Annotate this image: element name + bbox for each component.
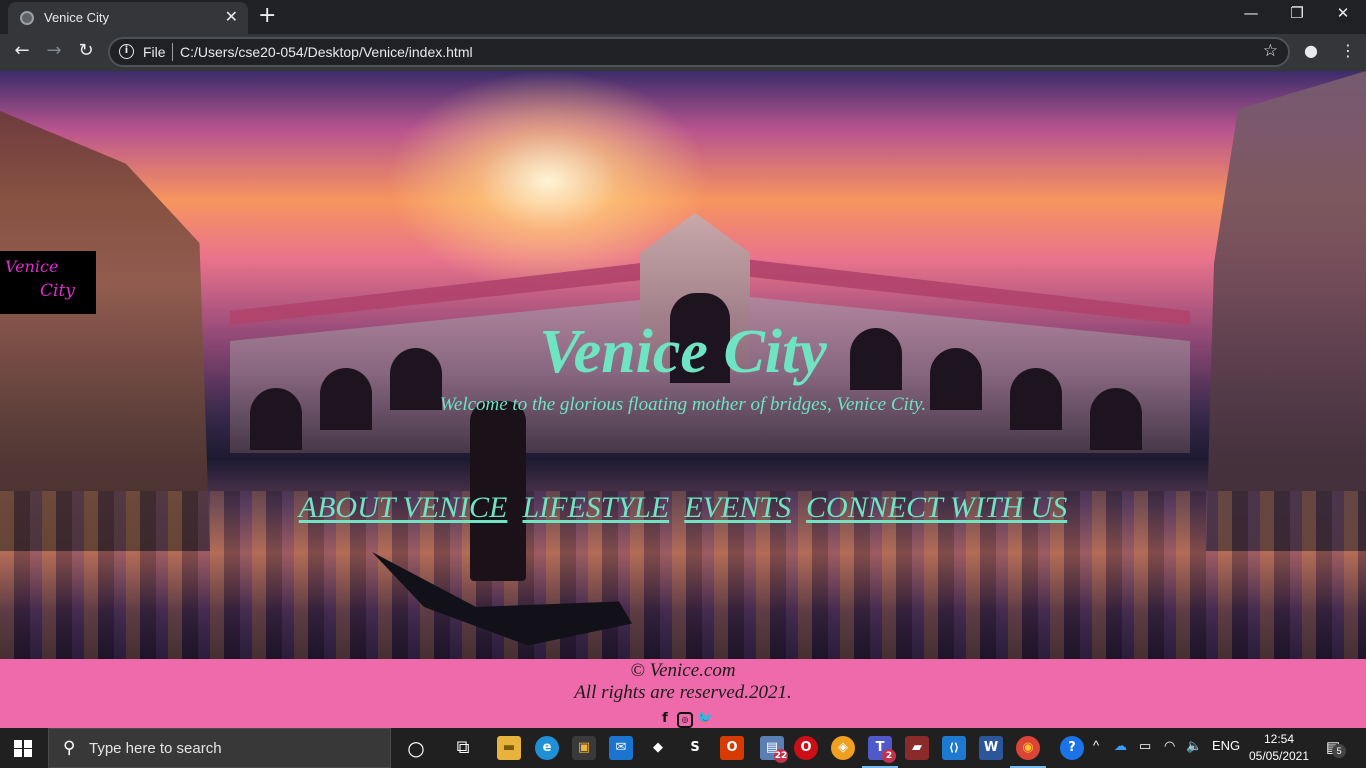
edge-icon[interactable]: e (535, 736, 559, 760)
minimize-button[interactable]: — (1228, 4, 1274, 22)
omnibox-divider (172, 43, 173, 61)
brave-icon[interactable]: ◈ (831, 736, 855, 760)
taskbar-search-input[interactable]: ⚲ Type here to search (48, 728, 391, 768)
nav-link-connect-with-us[interactable]: CONNECT WITH US (806, 491, 1067, 525)
mail-icon[interactable]: ✉ (609, 736, 633, 760)
url-text[interactable]: C:/Users/cse20-054/Desktop/Venice/index.… (180, 44, 473, 60)
address-bar[interactable]: i File C:/Users/cse20-054/Desktop/Venice… (108, 37, 1290, 67)
calendar-badge: 22 (774, 749, 788, 763)
racing-app-icon[interactable]: ▰ (905, 736, 929, 760)
right-building-image (1206, 71, 1366, 551)
search-placeholder: Type here to search (89, 740, 222, 757)
help-icon[interactable]: ? (1060, 736, 1084, 760)
windows-start-icon[interactable] (14, 740, 32, 757)
bookmark-star-icon[interactable]: ☆ (1263, 41, 1278, 61)
store-icon[interactable]: ▣ (572, 736, 596, 760)
nav-link-events[interactable]: EVENTS (684, 491, 791, 525)
chrome-icon[interactable]: ◉ (1010, 736, 1046, 768)
cortana-icon[interactable]: ○ (404, 736, 428, 760)
battery-icon[interactable]: ▭ (1139, 738, 1151, 754)
file-explorer-icon[interactable]: ▬ (497, 736, 521, 760)
tab-title: Venice City (44, 10, 110, 25)
menu-icon[interactable]: ⋮ (1340, 41, 1356, 60)
notifications-icon[interactable]: ▤5 (1326, 738, 1347, 758)
globe-icon (20, 11, 34, 25)
page-viewport: Venice City Venice City Welcome to the g… (0, 71, 1366, 728)
forward-button[interactable]: → (42, 40, 66, 61)
calendar-icon[interactable]: ▤ 22 (760, 736, 788, 763)
browser-toolbar: ← → ↻ i File C:/Users/cse20-054/Desktop/… (0, 34, 1366, 71)
volume-icon[interactable]: 🔈 (1186, 738, 1202, 754)
facebook-icon[interactable]: f (657, 711, 673, 727)
onedrive-icon[interactable]: ☁ (1114, 738, 1127, 754)
twitter-icon[interactable]: 🐦 (697, 711, 713, 727)
profile-icon[interactable]: ● (1304, 41, 1318, 60)
instagram-icon[interactable]: ◎ (677, 712, 693, 728)
vscode-icon[interactable]: ⟨⟩ (942, 736, 966, 760)
nav-link-about-venice[interactable]: ABOUT VENICE (299, 491, 508, 525)
site-info-icon[interactable]: i (119, 44, 134, 59)
search-icon: ⚲ (63, 738, 76, 758)
dropbox-icon[interactable]: ◆ (646, 736, 670, 760)
page-title: Venice City (539, 318, 827, 386)
nav-link-lifestyle[interactable]: LIFESTYLE (522, 491, 669, 525)
page-footer: © Venice.com All rights are reserved.202… (0, 659, 1366, 728)
wifi-icon[interactable]: ◠ (1164, 738, 1175, 754)
word-icon[interactable]: W (979, 736, 1003, 760)
footer-rights: All rights are reserved.2021. (574, 682, 792, 703)
windows-taskbar: ⚲ Type here to search ○ ⧉ ▬ e ▣ ✉ ◆ S O … (0, 728, 1366, 768)
back-button[interactable]: ← (10, 40, 34, 61)
notifications-badge: 5 (1332, 744, 1347, 758)
tray-chevron-icon[interactable]: ^ (1093, 738, 1099, 753)
app-s-icon[interactable]: S (683, 736, 707, 760)
teams-badge: 2 (882, 749, 896, 763)
system-clock[interactable]: 12:54 05/05/2021 (1244, 731, 1314, 765)
tab-close-icon[interactable]: ✕ (225, 7, 238, 26)
social-links: f ◎ 🐦 (657, 707, 717, 728)
office-icon[interactable]: O (720, 736, 744, 760)
browser-titlebar: Venice City ✕ + — ❐ ✕ (0, 0, 1366, 34)
language-indicator[interactable]: ENG (1212, 738, 1240, 753)
main-nav: ABOUT VENICE LIFESTYLE EVENTS CONNECT WI… (0, 491, 1366, 525)
logo-text-line1: Venice (5, 257, 59, 276)
scheme-label: File (143, 44, 166, 60)
teams-icon[interactable]: T2 (862, 736, 898, 768)
browser-tab[interactable]: Venice City ✕ (8, 2, 248, 34)
opera-icon[interactable]: O (794, 736, 818, 760)
restore-button[interactable]: ❐ (1274, 4, 1320, 22)
clock-date: 05/05/2021 (1248, 749, 1310, 763)
task-view-icon[interactable]: ⧉ (451, 736, 475, 760)
page-subtitle: Welcome to the glorious floating mother … (439, 394, 927, 415)
close-window-button[interactable]: ✕ (1320, 4, 1366, 22)
reload-button[interactable]: ↻ (74, 40, 98, 61)
logo-text-line2: City (40, 281, 75, 301)
footer-copyright: © Venice.com (630, 660, 736, 681)
hero-background: Venice City Venice City Welcome to the g… (0, 71, 1366, 659)
new-tab-button[interactable]: + (258, 3, 276, 28)
clock-time: 12:54 (1263, 732, 1295, 746)
site-logo[interactable]: Venice City (0, 251, 96, 314)
